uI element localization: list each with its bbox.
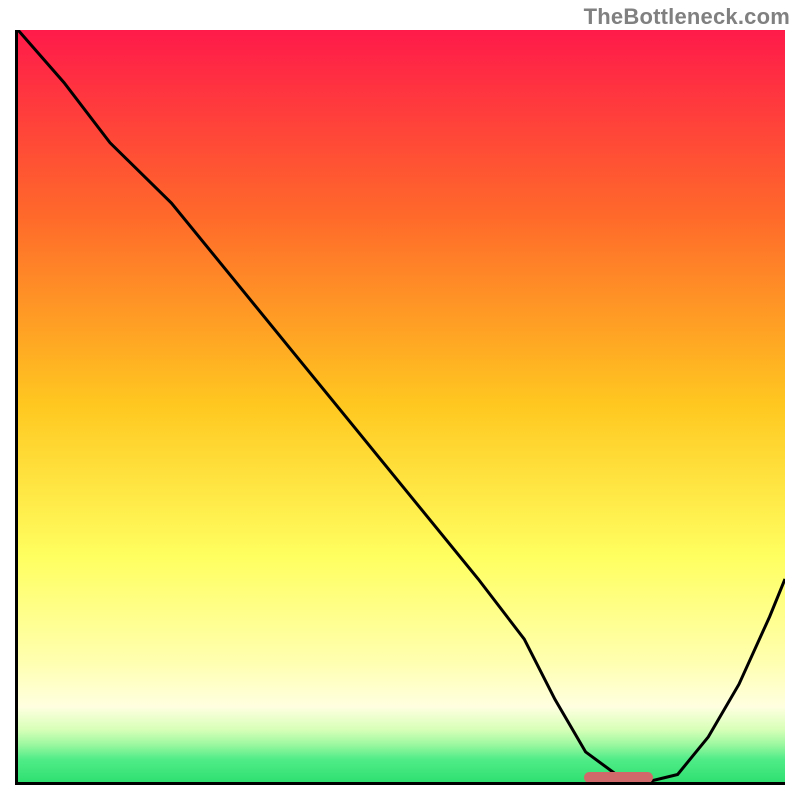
chart-container: TheBottleneck.com <box>0 0 800 800</box>
optimum-marker <box>584 772 654 783</box>
chart-svg <box>18 30 785 782</box>
gradient-background <box>18 30 785 782</box>
watermark-text: TheBottleneck.com <box>584 4 790 30</box>
plot-area <box>15 30 785 785</box>
